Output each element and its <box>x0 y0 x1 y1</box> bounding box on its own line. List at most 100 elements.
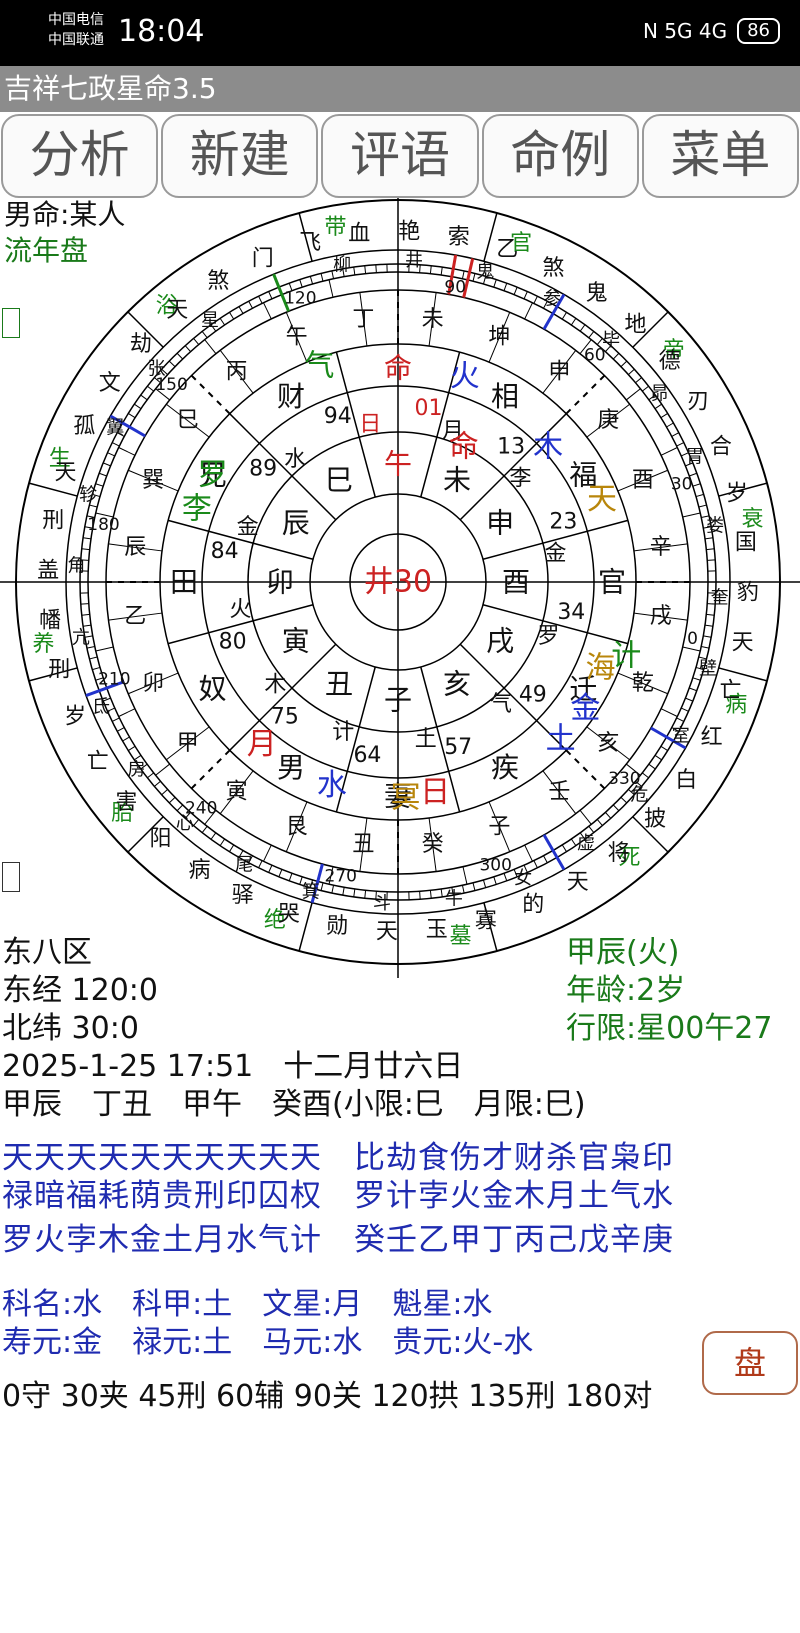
outer-word-label: 天 <box>567 870 589 895</box>
tick <box>320 882 324 891</box>
house-degree-label: 34 <box>557 600 585 625</box>
tick <box>309 276 314 285</box>
house-degree-label: 49 <box>519 683 547 708</box>
outer-word-label: 合 <box>710 434 732 459</box>
left-marker-bottom[interactable] <box>2 862 20 892</box>
tick <box>258 860 263 869</box>
tab-new[interactable]: 新建 <box>161 114 319 198</box>
tick <box>588 825 595 833</box>
outer-word-label: 煞 <box>207 269 229 294</box>
house-branch-label: 酉 <box>502 566 530 599</box>
tick <box>154 780 161 787</box>
tick <box>89 656 98 660</box>
app-title: 吉祥七政星命3.5 <box>4 72 217 105</box>
tick <box>176 352 184 360</box>
tick <box>320 273 324 282</box>
tick <box>168 360 176 368</box>
tick <box>676 717 685 722</box>
tab-menu[interactable]: 菜单 <box>641 114 800 198</box>
outer-word-label: 哭 <box>278 902 300 927</box>
outer-word-label: 幡 <box>39 608 61 633</box>
mansion-label: 房 <box>128 759 146 780</box>
planet-label: 木 <box>533 429 563 464</box>
tick <box>523 291 528 300</box>
tick <box>353 267 356 276</box>
carrier-info: 中国电信 中国联通 <box>48 10 104 50</box>
tick <box>111 717 120 722</box>
datetime: 2025-1-25 17:51 十二月廿六日 <box>2 1049 464 1084</box>
tick <box>660 413 668 419</box>
mansion-spoke <box>204 339 217 355</box>
house-god-label: 奴 <box>199 673 227 706</box>
mansion-label: 张 <box>148 358 166 379</box>
house-god-label: 疾 <box>491 751 519 784</box>
pan-button[interactable]: 盘 <box>702 1331 798 1395</box>
astrology-chart[interactable]: 井30命午01日相未13月福申 23李官酉34金迁戌49罗疾亥57气妻子64土男丑… <box>0 198 800 978</box>
tick <box>561 844 567 852</box>
outer-word-label: 索 <box>448 225 470 250</box>
house-degree-label: 89 <box>249 456 277 481</box>
outer-word-label: 玉 <box>426 917 448 942</box>
mansion-label: 亢 <box>72 627 90 648</box>
age: 年龄:2岁 <box>566 973 686 1008</box>
tick <box>689 687 697 692</box>
tick <box>472 882 476 891</box>
tick <box>429 890 432 899</box>
tick <box>364 890 367 899</box>
tick <box>364 265 367 274</box>
tick <box>654 403 662 410</box>
signal-icon: N 5G 4G <box>642 19 728 43</box>
planet-label: 命 <box>449 430 479 465</box>
tick <box>440 267 443 276</box>
tick <box>248 300 253 309</box>
tick <box>570 318 577 326</box>
mid-ring-label: 午 <box>286 325 308 350</box>
house-element-label: 李 <box>510 467 532 492</box>
chart-mode-label[interactable]: 流年盘 <box>4 232 88 270</box>
longitude: 东经 120:0 <box>2 973 158 1008</box>
house-element-label: 金 <box>545 542 567 567</box>
tick <box>579 324 586 332</box>
outer-word-label: 勋 <box>326 914 348 939</box>
mid-ring-label: 乾 <box>632 671 654 696</box>
tick <box>219 838 226 846</box>
tick <box>89 504 98 508</box>
left-marker-top[interactable] <box>2 308 20 338</box>
planet-label: 日 <box>420 775 450 810</box>
tick <box>513 286 518 295</box>
tick <box>695 493 704 498</box>
house-god-label: 相 <box>491 380 519 413</box>
tab-analysis[interactable]: 分析 <box>1 114 159 198</box>
app-title-bar: 吉祥七政星命3.5 <box>0 66 800 112</box>
mansion-spoke <box>524 844 533 862</box>
mansion-label: 危 <box>630 785 648 806</box>
tick <box>596 819 603 826</box>
tick <box>219 318 226 326</box>
outer-word-label: 的 <box>522 892 544 917</box>
outer-word-label: 天 <box>732 630 754 655</box>
mid-ring-label: 壬 <box>548 780 570 805</box>
mansion-label: 牛 <box>445 889 463 910</box>
tick <box>429 265 432 274</box>
mansion-label: 毕 <box>602 330 620 351</box>
degree-label: 270 <box>325 866 357 886</box>
tab-examples[interactable]: 命例 <box>481 114 639 198</box>
mansion-spoke <box>682 512 701 518</box>
tab-comments[interactable]: 评语 <box>321 114 479 198</box>
house-god-label: 财 <box>277 380 305 413</box>
outer-word-label: 白 <box>675 768 697 793</box>
status-bar: 中国电信 中国联通 18:04 N 5G 4G 86 <box>0 0 800 66</box>
house-element-label: 日 <box>359 412 381 437</box>
outer-word-label: 天 <box>54 460 76 485</box>
degree-label: 210 <box>98 670 130 690</box>
tick <box>147 772 155 779</box>
season-label: 衰 <box>742 507 764 532</box>
tick <box>99 472 107 477</box>
pillars: 甲辰 丁丑 甲午 癸酉(小限:巳 月限:巳) <box>2 1087 586 1122</box>
mid-ring-label: 巳 <box>177 408 199 433</box>
tick <box>612 804 620 812</box>
honors-line-2: 寿元:金 禄元:土 马元:水 贵元:火-水 <box>2 1325 534 1360</box>
tick <box>648 763 656 770</box>
mansion-label: 虚 <box>577 833 595 854</box>
period: 行限:星00午27 <box>566 1011 773 1046</box>
